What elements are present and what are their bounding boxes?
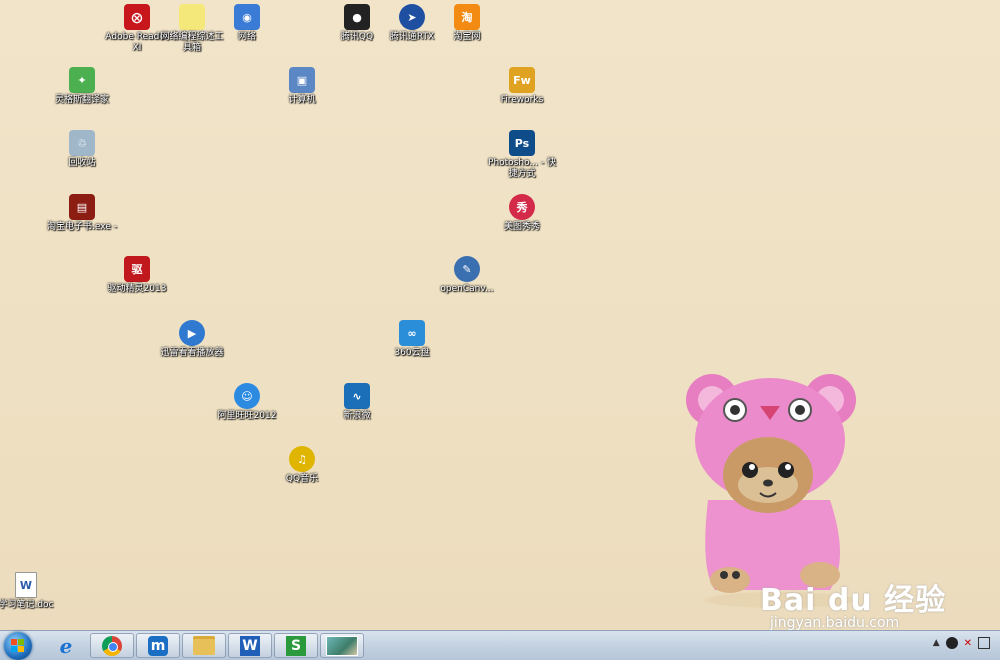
wps-writer-icon: W: [240, 635, 260, 656]
taskbar-wps-writer[interactable]: W: [228, 633, 272, 658]
taskbar-explorer[interactable]: [182, 633, 226, 658]
taskbar: e m W S ▲ ✕: [0, 630, 1000, 660]
icon-label: 淘宝电子书.exe -: [47, 222, 117, 232]
icon-label: 学习笔记.doc: [0, 600, 54, 610]
desktop-icon-opencanvas[interactable]: ✎ openCanv...: [432, 256, 502, 295]
system-tray: ▲ ✕: [933, 637, 990, 649]
maxthon-icon: m: [148, 635, 168, 656]
taskbar-wps-spreadsheet[interactable]: S: [274, 633, 318, 658]
recycle-bin-icon: ♲: [69, 130, 95, 156]
folder-icon: [193, 636, 215, 655]
weibo-icon: ∿: [344, 383, 370, 409]
icon-label: 淘宝网: [453, 32, 481, 42]
taskbar-image-viewer[interactable]: [320, 633, 364, 658]
wps-spreadsheet-icon: S: [286, 635, 306, 656]
desktop-icon-qq-music[interactable]: ♫ QQ音乐: [267, 446, 337, 485]
opencanvas-icon: ✎: [454, 256, 480, 282]
desktop-icon-aliwangwang[interactable]: ☺ 阿里旺旺2012: [212, 383, 282, 422]
desktop-icon-word-doc[interactable]: W 学习笔记.doc: [0, 572, 61, 611]
internet-explorer-icon: e: [59, 633, 73, 658]
network-icon: ◉: [234, 4, 260, 30]
icon-label: 灵格斯翻译家: [54, 95, 109, 105]
fireworks-icon: Fw: [509, 67, 535, 93]
icon-label: openCanv...: [440, 284, 494, 294]
desktop-icon-fireworks[interactable]: Fw Fireworks: [487, 67, 557, 106]
desktop-icon-weibo[interactable]: ∿ 新浪微: [322, 383, 392, 422]
watermark-brand: Bai du 经验: [760, 583, 947, 618]
windows-logo-icon: [11, 639, 25, 653]
chrome-icon: [102, 635, 122, 656]
volume-muted-icon[interactable]: ✕: [964, 638, 972, 649]
adobe-reader-icon: ⨂: [124, 4, 150, 30]
desktop-icon-meitu[interactable]: 秀 美图秀秀: [487, 194, 557, 233]
taskbar-chrome[interactable]: [90, 633, 134, 658]
sticky-note-icon: [179, 4, 205, 30]
watermark-url: jingyan.baidu.com: [770, 615, 900, 631]
taskbar-maxthon[interactable]: m: [136, 633, 180, 658]
icon-label: 阿里旺旺2012: [217, 411, 277, 421]
network-tray-icon[interactable]: [978, 637, 990, 649]
aliwangwang-icon: ☺: [234, 383, 260, 409]
desktop: ⨂ Adobe Reader XI 网络编程综述工具箱 ◉ 网络 ● 腾讯QQ …: [0, 0, 1000, 631]
desktop-icon-computer[interactable]: ▣ 计算机: [267, 67, 337, 106]
ebook-icon: ▤: [69, 194, 95, 220]
word-doc-icon: W: [15, 572, 37, 598]
wallpaper-mascot: [686, 374, 856, 608]
desktop-icon-lingoes[interactable]: ✦ 灵格斯翻译家: [47, 67, 117, 106]
icon-label: 网络: [237, 32, 256, 42]
driver-genius-icon: 驱: [124, 256, 150, 282]
desktop-icon-cloud-disk[interactable]: ∞ 360云盘: [377, 320, 447, 359]
image-viewer-icon: [326, 635, 358, 656]
lingoes-icon: ✦: [69, 67, 95, 93]
qq-icon: ●: [344, 4, 370, 30]
desktop-icon-photoshop[interactable]: Ps Photosho... - 快捷方式: [487, 130, 557, 180]
icon-label: 美图秀秀: [503, 222, 540, 232]
qq-tray-icon[interactable]: [945, 637, 958, 649]
desktop-icon-taobao[interactable]: 淘 淘宝网: [432, 4, 502, 43]
icon-label: 驱动精灵2013: [107, 284, 167, 294]
icon-label: 计算机: [288, 95, 316, 105]
icon-label: Photosho... - 快捷方式: [488, 158, 556, 179]
start-button[interactable]: [4, 632, 32, 660]
icon-label: 迅雷看看播放器: [160, 348, 224, 358]
icon-label: Fireworks: [500, 95, 544, 105]
xunlei-kankan-icon: ▶: [179, 320, 205, 346]
taskbar-ie[interactable]: e: [44, 633, 88, 658]
icon-label: 360云盘: [394, 348, 430, 358]
qq-music-icon: ♫: [289, 446, 315, 472]
computer-icon: ▣: [289, 67, 315, 93]
desktop-icon-ebook[interactable]: ▤ 淘宝电子书.exe -: [47, 194, 117, 233]
icon-label: 新浪微: [343, 411, 371, 421]
photoshop-icon: Ps: [509, 130, 535, 156]
cloud-disk-icon: ∞: [399, 320, 425, 346]
icon-label: QQ音乐: [285, 474, 319, 484]
meitu-icon: 秀: [509, 194, 535, 220]
desktop-icon-xunlei-kankan[interactable]: ▶ 迅雷看看播放器: [157, 320, 227, 359]
desktop-icon-driver-genius[interactable]: 驱 驱动精灵2013: [102, 256, 172, 295]
taobao-icon: 淘: [454, 4, 480, 30]
icon-label: 回收站: [68, 158, 96, 168]
desktop-icon-recycle-bin[interactable]: ♲ 回收站: [47, 130, 117, 169]
show-hidden-icons-icon[interactable]: ▲: [933, 638, 940, 648]
desktop-icon-network[interactable]: ◉ 网络: [212, 4, 282, 43]
rtx-icon: ➤: [399, 4, 425, 30]
